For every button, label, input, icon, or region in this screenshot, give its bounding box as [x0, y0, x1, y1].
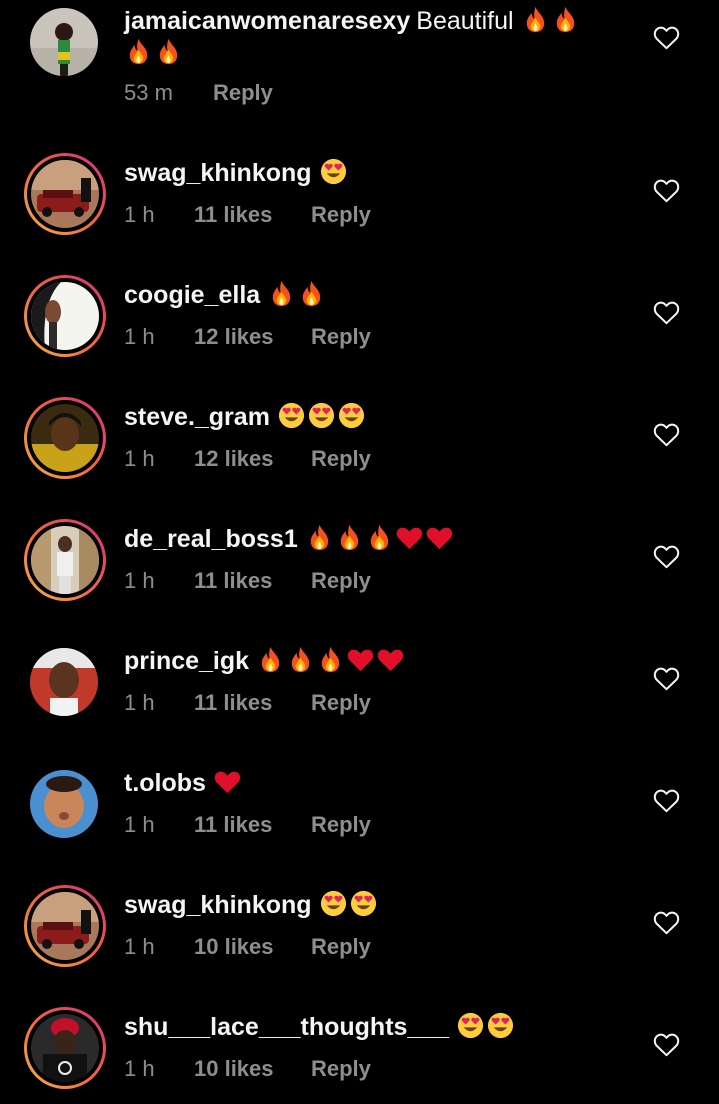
comment-text-line: shu___lace___thoughts___: [124, 1011, 609, 1043]
avatar[interactable]: [24, 1007, 106, 1089]
heart-eyes-emoji: [456, 1011, 485, 1040]
red-heart-emoji: [346, 645, 375, 674]
heart-eyes-emoji: [337, 401, 366, 430]
comment-username[interactable]: coogie_ella: [124, 281, 260, 309]
comment-text: Beautiful: [416, 7, 514, 35]
like-count[interactable]: 12 likes: [194, 324, 274, 350]
avatar[interactable]: [24, 885, 106, 967]
comment-text-line: coogie_ella: [124, 279, 609, 311]
fire-emoji: [305, 523, 334, 552]
reply-button[interactable]: Reply: [311, 1056, 371, 1082]
comment-username[interactable]: shu___lace___thoughts___: [124, 1013, 449, 1041]
avatar[interactable]: [24, 275, 106, 357]
fire-emoji: [124, 37, 153, 66]
red-heart-emoji: [213, 767, 242, 796]
fire-emoji: [365, 523, 394, 552]
like-count[interactable]: 12 likes: [194, 446, 274, 472]
like-heart-icon[interactable]: [653, 666, 680, 691]
reply-button[interactable]: Reply: [311, 202, 371, 228]
heart-eyes-emoji: [486, 1011, 515, 1040]
heart-eyes-emoji: [319, 889, 348, 918]
comment-text-line: swag_khinkong: [124, 157, 609, 189]
comment-time: 1 h: [124, 568, 155, 593]
comment-time: 1 h: [124, 1056, 155, 1081]
like-heart-icon[interactable]: [653, 1032, 680, 1057]
comment-text-line: steve._gram: [124, 401, 609, 433]
comment-text-line: prince_igk: [124, 645, 609, 677]
comment-time: 53 m: [124, 80, 173, 105]
comment-text-line: de_real_boss1: [124, 523, 609, 555]
like-heart-icon[interactable]: [653, 544, 680, 569]
fire-emoji: [297, 279, 326, 308]
comment-username[interactable]: swag_khinkong: [124, 159, 312, 187]
comment-username[interactable]: swag_khinkong: [124, 891, 312, 919]
comment-time: 1 h: [124, 324, 155, 349]
reply-button[interactable]: Reply: [311, 690, 371, 716]
like-heart-icon[interactable]: [653, 788, 680, 813]
reply-button[interactable]: Reply: [311, 934, 371, 960]
avatar[interactable]: [24, 519, 106, 601]
red-heart-emoji: [395, 523, 424, 552]
fire-emoji: [335, 523, 364, 552]
avatar[interactable]: [24, 153, 106, 235]
reply-button[interactable]: Reply: [311, 568, 371, 594]
like-count[interactable]: 11 likes: [194, 690, 272, 716]
comment-time: 1 h: [124, 690, 155, 715]
comment-text-line: jamaicanwomenaresexy Beautiful: [124, 5, 609, 69]
like-count[interactable]: 10 likes: [194, 934, 274, 960]
avatar[interactable]: [30, 648, 98, 716]
like-heart-icon[interactable]: [653, 422, 680, 447]
heart-eyes-emoji: [307, 401, 336, 430]
fire-emoji: [154, 37, 183, 66]
comment-username[interactable]: steve._gram: [124, 403, 270, 431]
comment-username[interactable]: de_real_boss1: [124, 525, 298, 553]
like-count[interactable]: 11 likes: [194, 202, 272, 228]
comment-text-line: swag_khinkong: [124, 889, 609, 921]
fire-emoji: [286, 645, 315, 674]
comment-time: 1 h: [124, 934, 155, 959]
like-heart-icon[interactable]: [653, 178, 680, 203]
reply-button[interactable]: Reply: [311, 324, 371, 350]
fire-emoji: [267, 279, 296, 308]
red-heart-emoji: [376, 645, 405, 674]
like-count[interactable]: 10 likes: [194, 1056, 274, 1082]
avatar[interactable]: [24, 397, 106, 479]
red-heart-emoji: [425, 523, 454, 552]
avatar[interactable]: [30, 770, 98, 838]
like-heart-icon[interactable]: [653, 910, 680, 935]
fire-emoji: [316, 645, 345, 674]
heart-eyes-emoji: [349, 889, 378, 918]
heart-eyes-emoji: [319, 157, 348, 186]
comment-time: 1 h: [124, 202, 155, 227]
like-heart-icon[interactable]: [653, 25, 680, 50]
comment-username[interactable]: t.olobs: [124, 769, 206, 797]
heart-eyes-emoji: [277, 401, 306, 430]
like-count[interactable]: 11 likes: [194, 812, 272, 838]
comment-username[interactable]: prince_igk: [124, 647, 249, 675]
comment-time: 1 h: [124, 812, 155, 837]
reply-button[interactable]: Reply: [311, 812, 371, 838]
comment-text-line: t.olobs: [124, 767, 609, 799]
comment-username[interactable]: jamaicanwomenaresexy: [124, 7, 410, 35]
like-count[interactable]: 11 likes: [194, 568, 272, 594]
like-heart-icon[interactable]: [653, 300, 680, 325]
reply-button[interactable]: Reply: [311, 446, 371, 472]
fire-emoji: [521, 5, 550, 34]
fire-emoji: [551, 5, 580, 34]
fire-emoji: [256, 645, 285, 674]
comment-time: 1 h: [124, 446, 155, 471]
avatar[interactable]: [30, 8, 98, 76]
reply-button[interactable]: Reply: [213, 80, 273, 106]
